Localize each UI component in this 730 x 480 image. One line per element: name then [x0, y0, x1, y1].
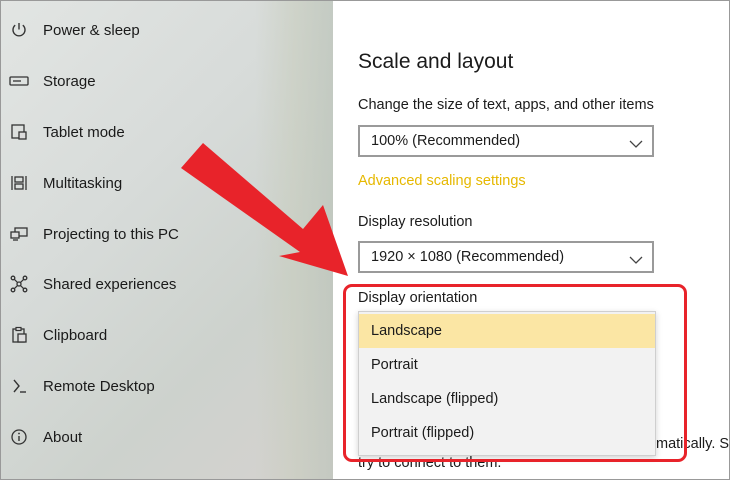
annotation-arrow-icon: [181, 143, 348, 276]
